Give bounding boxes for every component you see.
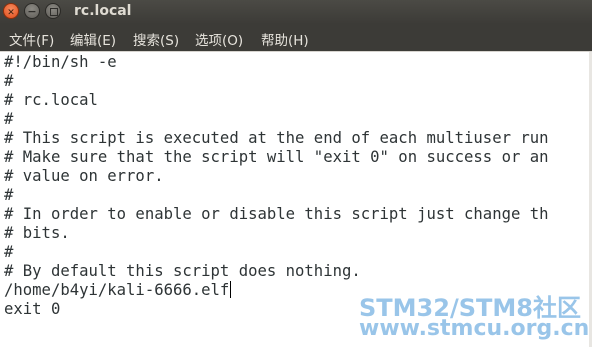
editor-line: # By default this script does nothing.	[4, 262, 361, 280]
editor-line: # rc.local	[4, 91, 98, 109]
editor-line-caret: /home/b4yi/kali-6666.elf	[4, 281, 232, 300]
close-button[interactable]: ✕	[3, 3, 19, 19]
menu-search[interactable]: 搜索(S)	[133, 29, 179, 49]
editor-line: #	[4, 186, 14, 204]
maximize-button[interactable]	[45, 3, 61, 19]
minimize-button[interactable]: −	[24, 3, 40, 19]
menu-edit[interactable]: 编辑(E)	[70, 29, 116, 49]
editor-line: # In order to enable or disable this scr…	[4, 205, 549, 223]
editor-line: #	[4, 243, 14, 261]
editor-line: # bits.	[4, 224, 70, 242]
editor-line: # value on error.	[4, 167, 164, 185]
editor-window: ✕ − rc.local 文件(F) 编辑(E) 搜索(S) 选项(O) 帮助(…	[0, 0, 592, 347]
editor-line: # Make sure that the script will "exit 0…	[4, 148, 549, 166]
editor-line-text: /home/b4yi/kali-6666.elf	[4, 281, 230, 299]
maximize-icon	[50, 8, 58, 16]
menu-help[interactable]: 帮助(H)	[261, 29, 309, 49]
menu-bar: 文件(F) 编辑(E) 搜索(S) 选项(O) 帮助(H)	[0, 24, 592, 51]
editor-line: #!/bin/sh -e	[4, 53, 117, 71]
menu-file[interactable]: 文件(F)	[9, 29, 54, 49]
watermark-url: www.stmcu.org.cn	[359, 316, 590, 341]
menu-options[interactable]: 选项(O)	[195, 29, 243, 49]
editor-line: exit 0	[4, 300, 61, 318]
window-title: rc.local	[74, 3, 132, 19]
minimize-icon: −	[27, 5, 37, 18]
title-bar[interactable]: ✕ − rc.local	[0, 0, 592, 24]
editor-line: #	[4, 72, 14, 90]
text-caret	[230, 281, 232, 298]
close-icon: ✕	[7, 8, 15, 18]
editor-line: #	[4, 110, 14, 128]
editor-line: # This script is executed at the end of …	[4, 129, 549, 147]
text-editor[interactable]: #!/bin/sh -e # # rc.local # # This scrip…	[0, 51, 592, 347]
